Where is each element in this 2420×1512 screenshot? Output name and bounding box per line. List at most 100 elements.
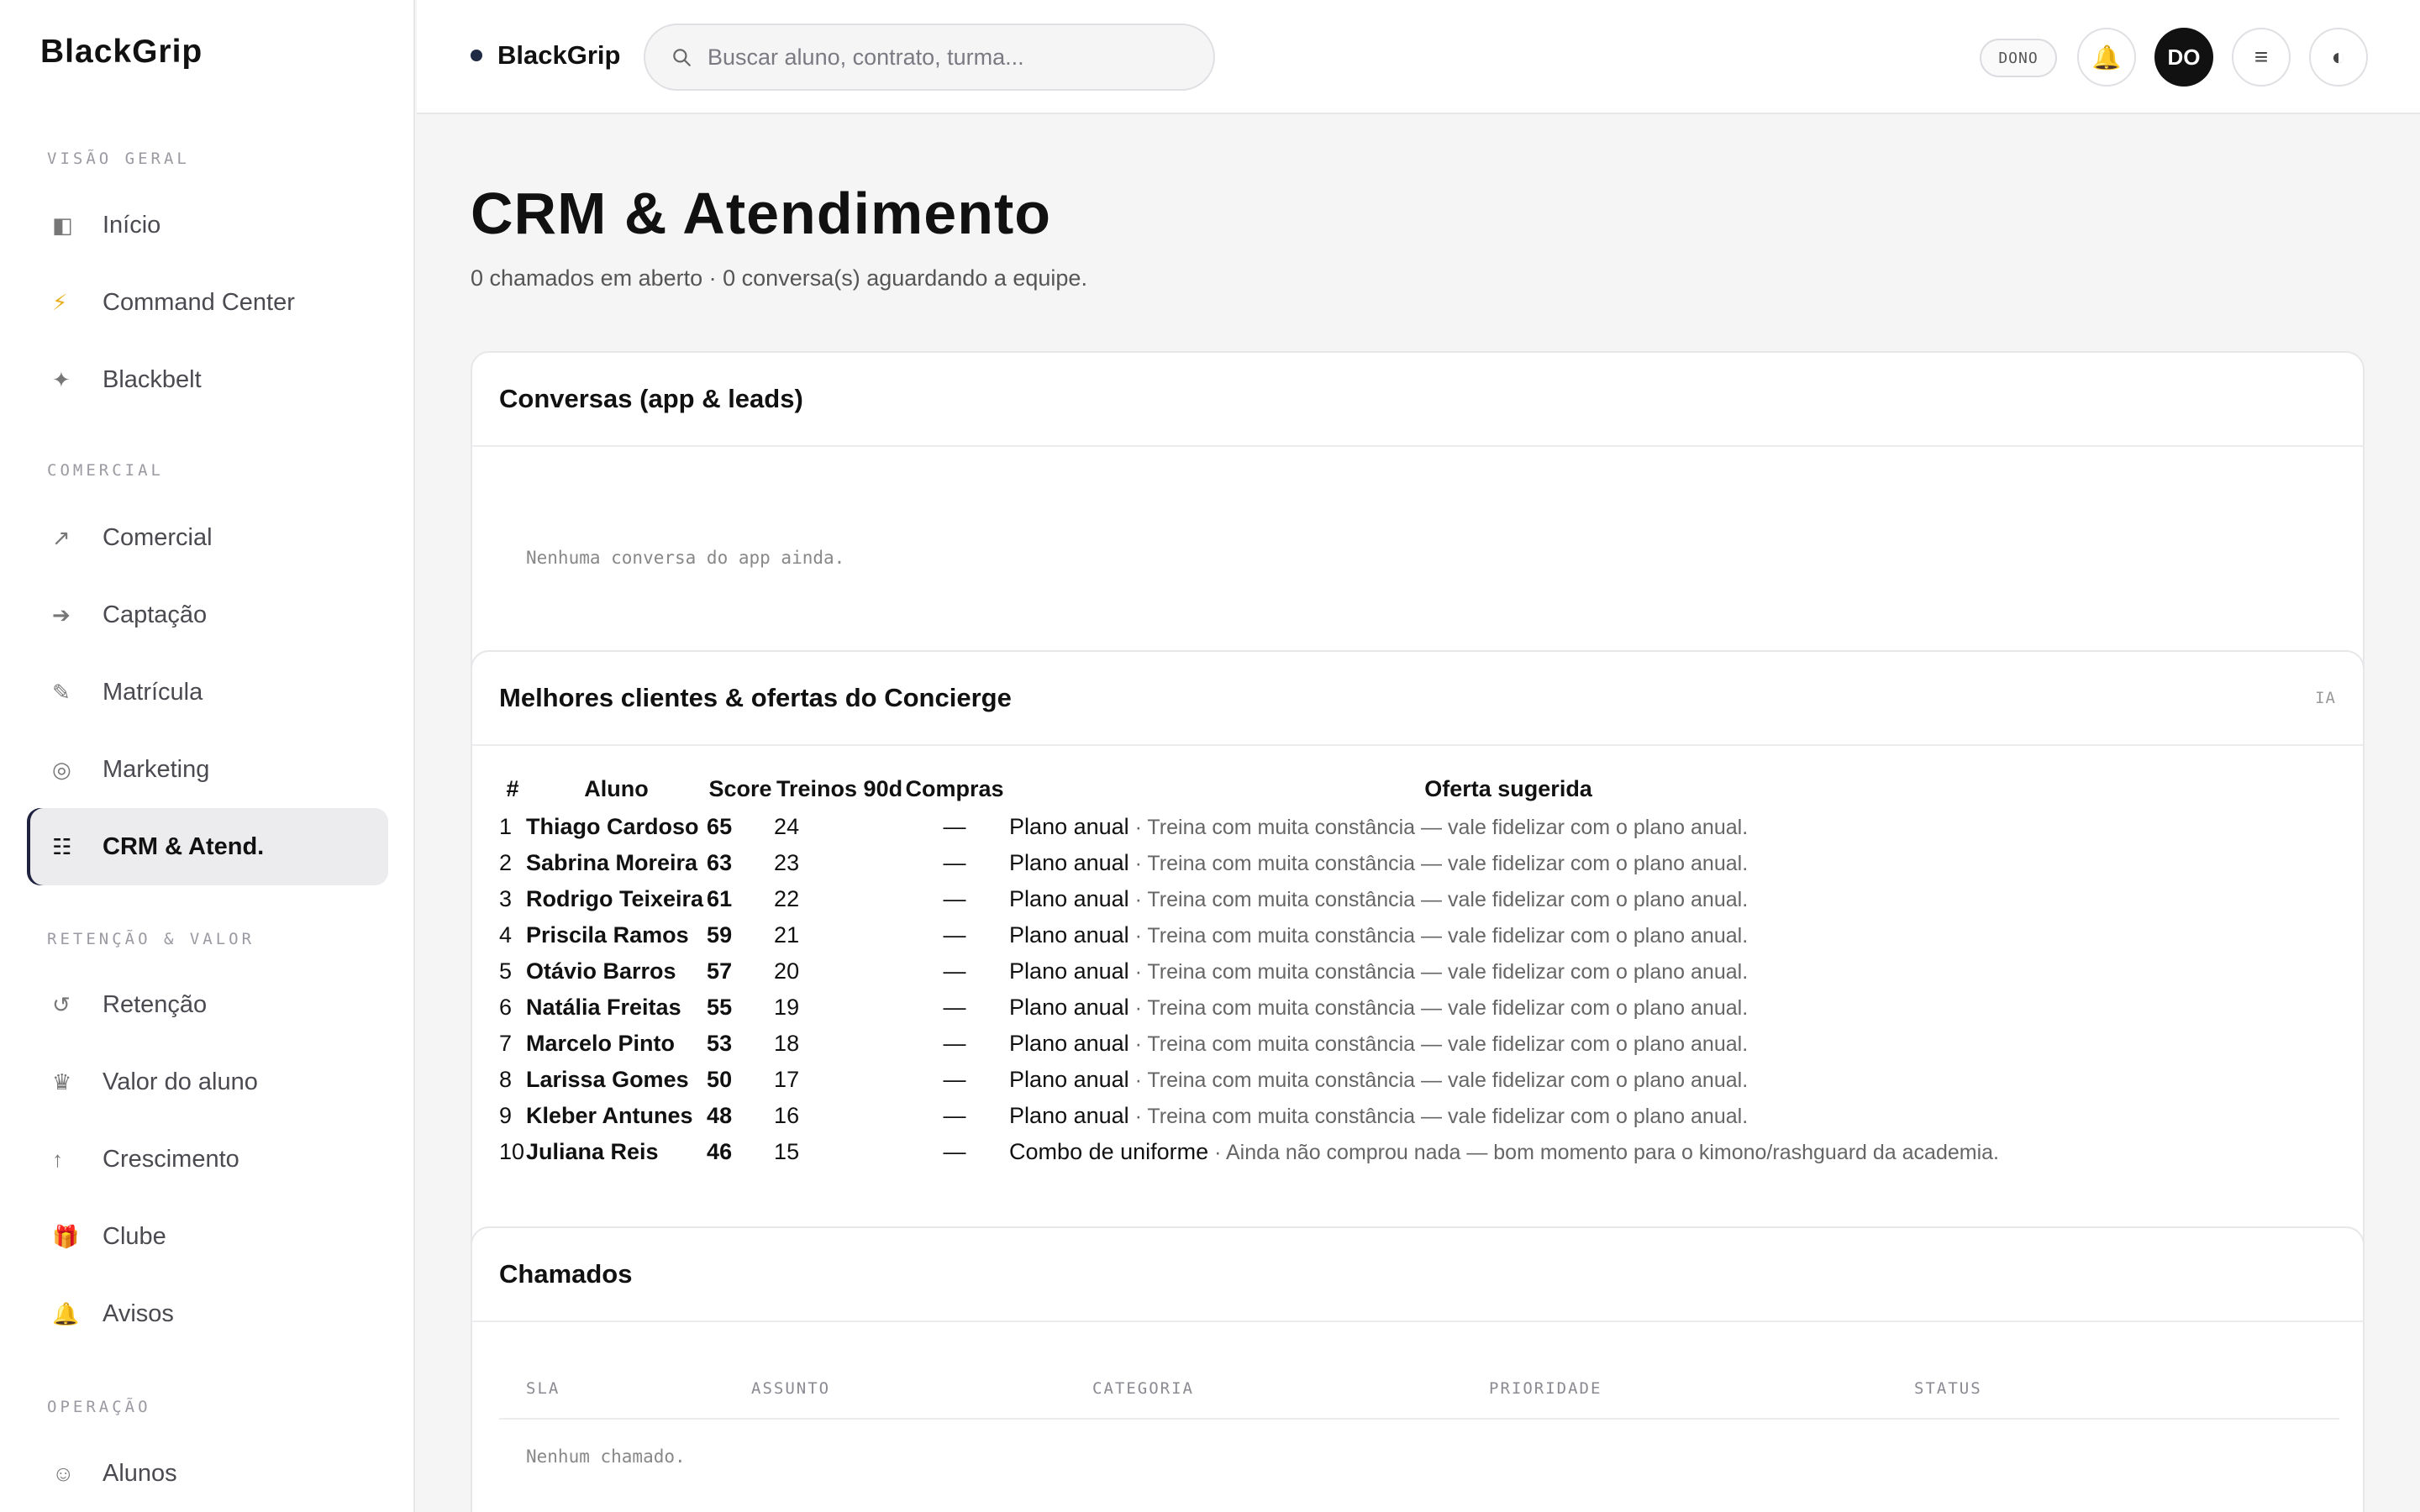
column-header-prioridade[interactable]: PRIORIDADE bbox=[1489, 1379, 1602, 1398]
rank-cell: 9 bbox=[499, 1103, 513, 1128]
trainings-cell: 20 bbox=[774, 958, 800, 984]
column-header-sla[interactable]: SLA bbox=[526, 1379, 560, 1398]
trainings-cell: 18 bbox=[774, 1031, 800, 1056]
purchases-cell: — bbox=[943, 1031, 966, 1056]
offer-reason: · Treina com muita constância — vale fid… bbox=[1128, 960, 1749, 984]
arrow-up-icon: ↑ bbox=[52, 1146, 63, 1172]
offer-title: Plano anual bbox=[1009, 814, 1129, 839]
refresh-icon: ↺ bbox=[52, 991, 71, 1017]
purchases-cell: — bbox=[943, 886, 966, 911]
sidebar-item-label: Matrícula bbox=[103, 678, 203, 706]
ia-badge: IA bbox=[2315, 689, 2336, 707]
sidebar-item-label: Comercial bbox=[103, 523, 213, 551]
score-cell: 57 bbox=[707, 958, 733, 984]
search-icon bbox=[673, 49, 691, 66]
trainings-cell: 17 bbox=[774, 1067, 800, 1092]
sidebar-item-crescimento[interactable]: ↑ Crescimento bbox=[27, 1121, 388, 1198]
table-row[interactable]: 10 Juliana Reis 46 15 — Combo de uniforme · A… bbox=[499, 1134, 2012, 1170]
trainings-cell: 23 bbox=[774, 850, 800, 875]
topbar: BlackGrip DONO 🔔 DO ≡ ◐ bbox=[417, 0, 2420, 114]
column-header-assunto[interactable]: ASSUNTO bbox=[751, 1379, 830, 1398]
purchases-cell: — bbox=[943, 814, 966, 839]
sidebar-item-avisos[interactable]: 🔔 Avisos bbox=[27, 1275, 388, 1352]
column-header-categoria[interactable]: CATEGORIA bbox=[1092, 1379, 1194, 1398]
sidebar-brand[interactable]: BlackGrip bbox=[40, 34, 203, 71]
table-row[interactable]: 5 Otávio Barros 57 20 — Plano anual · Treina … bbox=[499, 953, 2012, 990]
student-name-cell: Thiago Cardoso bbox=[526, 814, 699, 839]
sidebar-item-label: Alunos bbox=[103, 1459, 177, 1487]
offer-reason: · Ainda não comprou nada — bom momento p… bbox=[1208, 1141, 1999, 1164]
notifications-button[interactable]: 🔔 bbox=[2077, 28, 2136, 87]
offer-title: Plano anual bbox=[1009, 1067, 1129, 1092]
table-row[interactable]: 6 Natália Freitas 55 19 — Plano anual · Trein… bbox=[499, 990, 2012, 1026]
sidebar-item-command-center[interactable]: ⚡ Command Center bbox=[27, 264, 388, 341]
empty-state: Nenhum chamado. bbox=[526, 1446, 686, 1467]
bell-icon: 🔔 bbox=[2091, 44, 2122, 71]
offer-cell: Plano anual · Treina com muita constânci… bbox=[1004, 990, 2012, 1026]
table-row[interactable]: 4 Priscila Ramos 59 21 — Plano anual · Treina… bbox=[499, 917, 2012, 953]
lightning-icon: ⚡ bbox=[52, 289, 68, 315]
table-row[interactable]: 7 Marcelo Pinto 53 18 — Plano anual · Treina … bbox=[499, 1026, 2012, 1062]
offer-cell: Plano anual · Treina com muita constânci… bbox=[1004, 1098, 2012, 1134]
card-header: Chamados bbox=[472, 1228, 2363, 1322]
tickets-card: Chamados SLA ASSUNTO CATEGORIA PRIORIDAD… bbox=[471, 1226, 2365, 1512]
rank-cell: 7 bbox=[499, 1031, 513, 1056]
bell-icon: 🔔 bbox=[52, 1300, 80, 1326]
offer-title: Combo de uniforme bbox=[1009, 1139, 1209, 1164]
sparkle-icon: ✦ bbox=[52, 366, 71, 392]
app-root: BlackGrip VISÃO GERAL ◧ Início ⚡ Command… bbox=[0, 0, 2420, 1512]
table-row[interactable]: 9 Kleber Antunes 48 16 — Plano anual · Treina… bbox=[499, 1098, 2012, 1134]
purchases-cell: — bbox=[943, 922, 966, 948]
offer-reason: · Treina com muita constância — vale fid… bbox=[1128, 816, 1749, 839]
arrow-right-icon: ➔ bbox=[52, 601, 71, 627]
sidebar-item-retencao[interactable]: ↺ Retenção bbox=[27, 966, 388, 1043]
sidebar-item-label: Valor do aluno bbox=[103, 1068, 258, 1095]
sidebar-item-blackbelt[interactable]: ✦ Blackbelt bbox=[27, 341, 388, 418]
menu-button[interactable]: ≡ bbox=[2232, 28, 2291, 87]
clients-card: Melhores clientes & ofertas do Concierge… bbox=[471, 650, 2365, 1314]
sidebar-item-label: CRM & Atend. bbox=[103, 832, 265, 860]
topbar-brand[interactable]: BlackGrip bbox=[471, 40, 620, 71]
card-header: Melhores clientes & ofertas do Concierge… bbox=[472, 652, 2363, 746]
rank-cell: 5 bbox=[499, 958, 513, 984]
sidebar-item-clube[interactable]: 🎁 Clube bbox=[27, 1198, 388, 1275]
sidebar-item-alunos[interactable]: ☺ Alunos bbox=[27, 1435, 388, 1512]
sidebar-item-marketing[interactable]: ◎ Marketing bbox=[27, 731, 388, 808]
offer-reason: · Treina com muita constância — vale fid… bbox=[1128, 924, 1749, 948]
avatar[interactable]: DO bbox=[2154, 28, 2213, 87]
table-row[interactable]: 3 Rodrigo Teixeira 61 22 — Plano anual · Trei… bbox=[499, 881, 2012, 917]
column-header-status[interactable]: STATUS bbox=[1914, 1379, 1982, 1398]
score-cell: 50 bbox=[707, 1067, 733, 1092]
sidebar-item-inicio[interactable]: ◧ Início bbox=[27, 186, 388, 264]
table-row[interactable]: 8 Larissa Gomes 50 17 — Plano anual · Treina … bbox=[499, 1062, 2012, 1098]
offer-reason: · Treina com muita constância — vale fid… bbox=[1128, 1105, 1749, 1128]
sidebar-item-label: Captação bbox=[103, 601, 208, 628]
sidebar-item-crm[interactable]: ☷ CRM & Atend. bbox=[27, 808, 388, 885]
table-header-row: # Aluno Score Treinos 90d Compras Oferta… bbox=[499, 776, 2012, 809]
rank-cell: 10 bbox=[499, 1139, 525, 1164]
card-title: Melhores clientes & ofertas do Concierge bbox=[499, 683, 1012, 712]
sidebar-item-comercial[interactable]: ↗ Comercial bbox=[27, 499, 388, 576]
sidebar-item-matricula[interactable]: ✎ Matrícula bbox=[27, 654, 388, 731]
search-box[interactable] bbox=[644, 24, 1215, 91]
empty-state: Nenhuma conversa do app ainda. bbox=[526, 548, 845, 568]
column-header: Oferta sugerida bbox=[1424, 776, 1592, 801]
card-header: Conversas (app & leads) bbox=[472, 353, 2363, 447]
offer-cell: Combo de uniforme · Ainda não comprou na… bbox=[1004, 1134, 2012, 1170]
table-row[interactable]: 2 Sabrina Moreira 63 23 — Plano anual · Trein… bbox=[499, 845, 2012, 881]
offer-title: Plano anual bbox=[1009, 922, 1129, 948]
student-name-cell: Sabrina Moreira bbox=[526, 850, 698, 875]
sidebar-item-valor-do-aluno[interactable]: ♛ Valor do aluno bbox=[27, 1043, 388, 1121]
trainings-cell: 21 bbox=[774, 922, 800, 948]
search-input[interactable] bbox=[708, 44, 1178, 71]
purchases-cell: — bbox=[943, 995, 966, 1020]
theme-toggle-button[interactable]: ◐ bbox=[2309, 28, 2368, 87]
card-title: Chamados bbox=[499, 1259, 633, 1289]
tickets-header-row: SLA ASSUNTO CATEGORIA PRIORIDADE STATUS bbox=[499, 1366, 2339, 1420]
table-row[interactable]: 1 Thiago Cardoso 65 24 — Plano anual · Treina… bbox=[499, 809, 2012, 845]
offer-cell: Plano anual · Treina com muita constânci… bbox=[1004, 1026, 2012, 1062]
rank-cell: 3 bbox=[499, 886, 513, 911]
student-name-cell: Marcelo Pinto bbox=[526, 1031, 676, 1056]
student-name-cell: Otávio Barros bbox=[526, 958, 676, 984]
sidebar-item-captacao[interactable]: ➔ Captação bbox=[27, 576, 388, 654]
